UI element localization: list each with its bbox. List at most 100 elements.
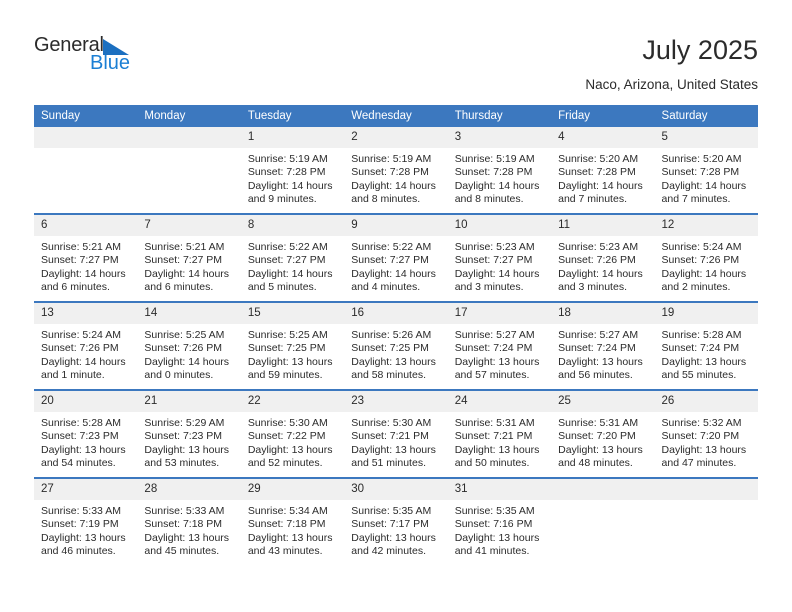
sunrise-text: Sunrise: 5:33 AM — [144, 505, 225, 517]
day-number: 12 — [654, 215, 758, 236]
brand-logo[interactable]: General Blue — [34, 34, 234, 84]
calendar-day-cell[interactable]: 27 Sunrise: 5:33 AM Sunset: 7:19 PM Dayligh… — [34, 477, 138, 565]
day-details: Sunrise: 5:33 AM Sunset: 7:18 PM Daylight:… — [137, 500, 240, 559]
day-details: Sunrise: 5:28 AM Sunset: 7:23 PM Daylight:… — [34, 412, 137, 471]
calendar-day-cell[interactable]: 8 Sunrise: 5:22 AM Sunset: 7:27 PM Daylight… — [240, 213, 345, 302]
page-subtitle-location: Naco, Arizona, United States — [585, 77, 758, 92]
daylight-text: Daylight: 14 hours and 8 minutes. — [454, 179, 540, 206]
daylight-text: Daylight: 13 hours and 57 minutes. — [454, 355, 540, 382]
calendar-day-cell[interactable]: 15 Sunrise: 5:25 AM Sunset: 7:25 PM Dayligh… — [240, 301, 345, 390]
day-details: Sunrise: 5:28 AM Sunset: 7:24 PM Daylight:… — [655, 324, 758, 383]
calendar-day-cell[interactable]: 13 Sunrise: 5:24 AM Sunset: 7:26 PM Dayligh… — [34, 301, 138, 390]
day-number — [137, 127, 241, 148]
day-number: 26 — [654, 391, 758, 412]
daylight-text: Daylight: 13 hours and 50 minutes. — [454, 443, 540, 470]
day-number: 21 — [137, 391, 241, 412]
day-number: 25 — [551, 391, 655, 412]
calendar-day-cell[interactable]: 28 Sunrise: 5:33 AM Sunset: 7:18 PM Dayligh… — [137, 477, 241, 565]
calendar-day-cell[interactable]: 30 Sunrise: 5:35 AM Sunset: 7:17 PM Dayligh… — [344, 477, 448, 565]
weekday-header-friday: Friday — [551, 105, 655, 127]
calendar-day-cell[interactable]: 4 Sunrise: 5:20 AM Sunset: 7:28 PM Daylight… — [551, 127, 655, 214]
weekday-header-sunday: Sunday — [34, 105, 138, 127]
weekday-header-saturday: Saturday — [654, 105, 758, 127]
sunrise-text: Sunrise: 5:20 AM — [661, 153, 742, 165]
sunset-text: Sunset: 7:26 PM — [661, 254, 740, 267]
sunset-text: Sunset: 7:22 PM — [247, 430, 326, 443]
calendar-day-cell[interactable]: 22 Sunrise: 5:30 AM Sunset: 7:22 PM Dayligh… — [240, 389, 345, 478]
calendar-day-cell[interactable]: 21 Sunrise: 5:29 AM Sunset: 7:23 PM Dayligh… — [137, 389, 241, 478]
calendar-day-cell[interactable]: 24 Sunrise: 5:31 AM Sunset: 7:21 PM Dayligh… — [447, 389, 552, 478]
day-details: Sunrise: 5:22 AM Sunset: 7:27 PM Daylight:… — [344, 236, 447, 295]
calendar-day-cell[interactable]: 3 Sunrise: 5:19 AM Sunset: 7:28 PM Daylight… — [447, 127, 552, 214]
logo-word-general: General — [34, 34, 104, 56]
logo-top-line: General — [34, 34, 234, 56]
day-details: Sunrise: 5:31 AM Sunset: 7:20 PM Daylight:… — [551, 412, 654, 471]
calendar-day-cell[interactable]: 10 Sunrise: 5:23 AM Sunset: 7:27 PM Dayligh… — [447, 213, 552, 302]
day-number: 19 — [654, 303, 758, 324]
daylight-text: Daylight: 14 hours and 4 minutes. — [351, 267, 436, 294]
calendar-day-cell[interactable]: 1 Sunrise: 5:19 AM Sunset: 7:28 PM Daylight… — [240, 127, 345, 214]
daylight-text: Daylight: 13 hours and 43 minutes. — [247, 531, 333, 558]
calendar-container: Sunday Monday Tuesday Wednesday Thursday… — [34, 105, 758, 565]
day-details: Sunrise: 5:27 AM Sunset: 7:24 PM Daylight:… — [448, 324, 551, 383]
calendar-day-cell[interactable]: 6 Sunrise: 5:21 AM Sunset: 7:27 PM Daylight… — [34, 213, 138, 302]
day-number: 27 — [34, 479, 138, 500]
sunrise-text: Sunrise: 5:31 AM — [454, 417, 535, 429]
calendar-day-cell[interactable]: 11 Sunrise: 5:23 AM Sunset: 7:26 PM Dayligh… — [551, 213, 655, 302]
sunset-text: Sunset: 7:27 PM — [454, 254, 533, 267]
sunrise-text: Sunrise: 5:31 AM — [558, 417, 639, 429]
sunset-text: Sunset: 7:19 PM — [41, 518, 119, 531]
day-details: Sunrise: 5:19 AM Sunset: 7:28 PM Daylight:… — [241, 148, 344, 207]
sunset-text: Sunset: 7:21 PM — [454, 430, 533, 443]
sunset-text: Sunset: 7:26 PM — [144, 342, 223, 355]
daylight-text: Daylight: 13 hours and 55 minutes. — [661, 355, 747, 382]
daylight-text: Daylight: 13 hours and 48 minutes. — [558, 443, 643, 470]
day-number: 28 — [137, 479, 241, 500]
calendar-day-cell[interactable]: 17 Sunrise: 5:27 AM Sunset: 7:24 PM Dayligh… — [447, 301, 552, 390]
daylight-text: Daylight: 13 hours and 54 minutes. — [41, 443, 126, 470]
daylight-text: Daylight: 14 hours and 0 minutes. — [144, 355, 230, 382]
day-details: Sunrise: 5:32 AM Sunset: 7:20 PM Daylight:… — [655, 412, 758, 471]
calendar-day-cell[interactable]: 18 Sunrise: 5:27 AM Sunset: 7:24 PM Dayligh… — [551, 301, 655, 390]
calendar-day-cell[interactable]: 7 Sunrise: 5:21 AM Sunset: 7:27 PM Daylight… — [137, 213, 241, 302]
page-title: July 2025 — [642, 35, 758, 65]
calendar-day-cell[interactable]: 29 Sunrise: 5:34 AM Sunset: 7:18 PM Dayligh… — [240, 477, 345, 565]
calendar-day-cell[interactable]: 2 Sunrise: 5:19 AM Sunset: 7:28 PM Daylight… — [344, 127, 448, 214]
day-number: 10 — [447, 215, 552, 236]
calendar-day-cell[interactable]: 16 Sunrise: 5:26 AM Sunset: 7:25 PM Dayligh… — [344, 301, 448, 390]
sunset-text: Sunset: 7:24 PM — [454, 342, 533, 355]
sunrise-text: Sunrise: 5:19 AM — [247, 153, 328, 165]
weekday-header-row: Sunday Monday Tuesday Wednesday Thursday… — [34, 105, 758, 127]
calendar-day-cell[interactable]: 19 Sunrise: 5:28 AM Sunset: 7:24 PM Dayligh… — [654, 301, 758, 390]
day-details: Sunrise: 5:30 AM Sunset: 7:22 PM Daylight:… — [241, 412, 344, 471]
day-number: 6 — [34, 215, 138, 236]
calendar-day-cell[interactable]: 20 Sunrise: 5:28 AM Sunset: 7:23 PM Dayligh… — [34, 389, 138, 478]
sunset-text: Sunset: 7:28 PM — [351, 166, 429, 179]
sunset-text: Sunset: 7:28 PM — [454, 166, 533, 179]
daylight-text: Daylight: 14 hours and 7 minutes. — [558, 179, 643, 206]
calendar-day-cell[interactable]: 31 Sunrise: 5:35 AM Sunset: 7:16 PM Dayligh… — [447, 477, 552, 565]
calendar-day-cell[interactable]: 25 Sunrise: 5:31 AM Sunset: 7:20 PM Dayligh… — [551, 389, 655, 478]
sunrise-text: Sunrise: 5:24 AM — [41, 329, 121, 341]
sunrise-text: Sunrise: 5:34 AM — [247, 505, 328, 517]
sunrise-text: Sunrise: 5:28 AM — [661, 329, 742, 341]
calendar-day-cell[interactable]: 5 Sunrise: 5:20 AM Sunset: 7:28 PM Daylight… — [654, 127, 758, 214]
day-details: Sunrise: 5:20 AM Sunset: 7:28 PM Daylight:… — [655, 148, 758, 207]
calendar-day-cell[interactable]: 14 Sunrise: 5:25 AM Sunset: 7:26 PM Dayligh… — [137, 301, 241, 390]
calendar-day-cell[interactable]: 12 Sunrise: 5:24 AM Sunset: 7:26 PM Dayligh… — [654, 213, 758, 302]
sunrise-text: Sunrise: 5:28 AM — [41, 417, 121, 429]
sunrise-text: Sunrise: 5:25 AM — [247, 329, 328, 341]
calendar-day-cell-empty — [551, 477, 655, 565]
calendar-day-cell[interactable]: 26 Sunrise: 5:32 AM Sunset: 7:20 PM Dayligh… — [654, 389, 758, 478]
day-number: 20 — [34, 391, 138, 412]
calendar-body: 1 Sunrise: 5:19 AM Sunset: 7:28 PM Daylight… — [34, 127, 758, 565]
day-number: 5 — [654, 127, 758, 148]
sunrise-text: Sunrise: 5:35 AM — [454, 505, 535, 517]
sunrise-text: Sunrise: 5:22 AM — [247, 241, 328, 253]
day-details: Sunrise: 5:25 AM Sunset: 7:25 PM Daylight:… — [241, 324, 344, 383]
calendar-week-row: 13 Sunrise: 5:24 AM Sunset: 7:26 PM Dayligh… — [34, 301, 758, 390]
sunset-text: Sunset: 7:24 PM — [661, 342, 740, 355]
day-number: 3 — [447, 127, 552, 148]
calendar-day-cell[interactable]: 23 Sunrise: 5:30 AM Sunset: 7:21 PM Dayligh… — [344, 389, 448, 478]
calendar-day-cell[interactable]: 9 Sunrise: 5:22 AM Sunset: 7:27 PM Daylight… — [344, 213, 448, 302]
